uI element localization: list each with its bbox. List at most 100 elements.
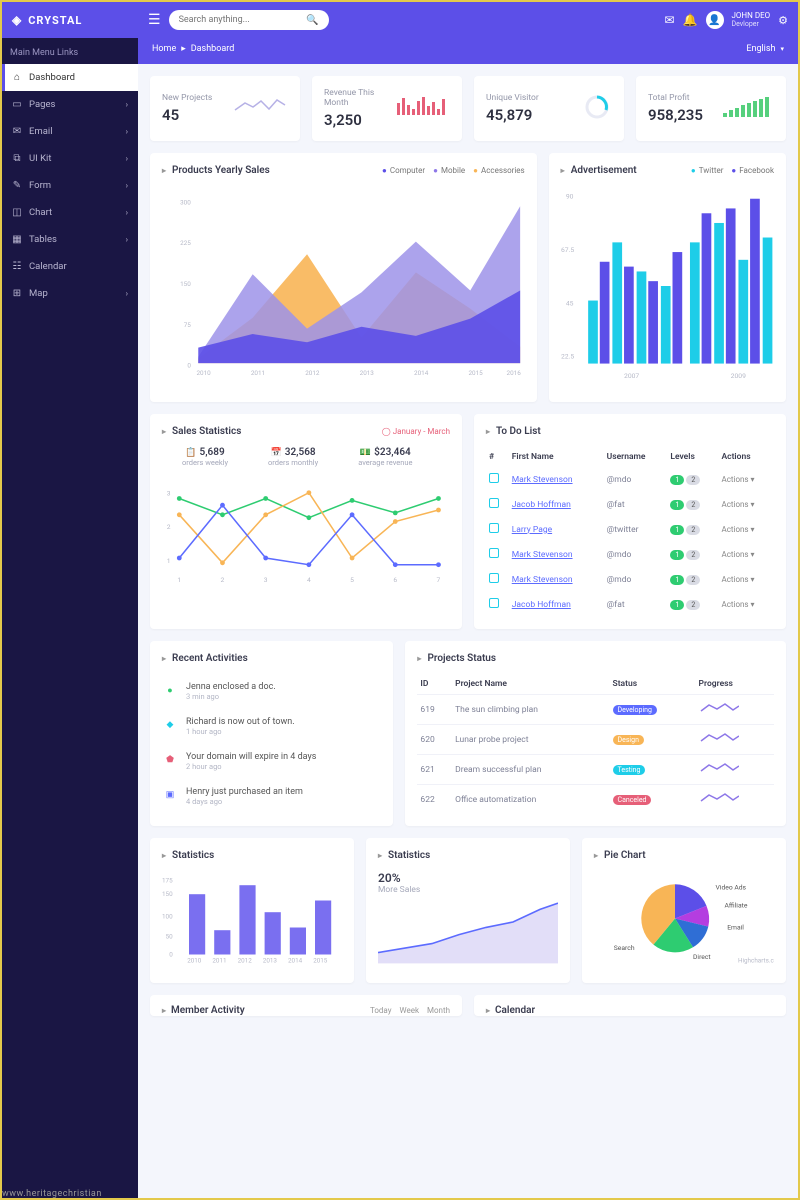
status-badge: Design (613, 735, 644, 745)
activity-time: 1 hour ago (186, 727, 381, 736)
activity-item: ▣Henry just purchased an item4 days ago (162, 779, 381, 814)
checkbox[interactable] (489, 523, 499, 533)
progress-sparkline (699, 791, 739, 805)
actions-dropdown[interactable]: Actions ▾ (721, 525, 754, 534)
search-box[interactable]: 🔍 (169, 10, 329, 30)
level-badge: 1 (670, 500, 684, 510)
avatar[interactable]: 👤 (706, 11, 724, 29)
svg-text:2012: 2012 (238, 957, 253, 965)
svg-text:1: 1 (177, 576, 181, 584)
tab-month[interactable]: Month (427, 1006, 450, 1015)
tab-today[interactable]: Today (370, 1006, 392, 1015)
level-badge: 2 (686, 525, 700, 535)
menu-toggle-icon[interactable]: ☰ (148, 12, 161, 28)
menu-label: Tables (29, 234, 57, 245)
svg-text:75: 75 (184, 321, 192, 329)
name-link[interactable]: Larry Page (512, 525, 552, 535)
actions-dropdown[interactable]: Actions ▾ (721, 600, 754, 609)
card-title: Projects Status (427, 653, 496, 664)
svg-text:2009: 2009 (730, 372, 745, 380)
svg-text:Search: Search (614, 944, 635, 952)
username: @mdo (604, 567, 668, 592)
name-link[interactable]: Jacob Hoffman (512, 500, 571, 510)
search-icon[interactable]: 🔍 (306, 15, 318, 26)
status-badge: Canceled (613, 795, 652, 805)
gear-icon[interactable]: ⚙ (778, 14, 788, 27)
svg-text:22.5: 22.5 (561, 353, 574, 361)
brand-logo[interactable]: ◈ CRYSTAL (2, 2, 138, 38)
tab-week[interactable]: Week (399, 1006, 419, 1015)
stat-label: New Projects (162, 93, 223, 103)
name-link[interactable]: Mark Stevenson (512, 550, 573, 560)
bottom-stats-chart: 175150100500 201020112012201320142015 (162, 871, 342, 966)
card-title: Pie Chart (604, 850, 646, 861)
activity-item: ◆Richard is now out of town.1 hour ago (162, 709, 381, 744)
svg-text:2011: 2011 (212, 957, 226, 965)
level-badge: 2 (686, 600, 700, 610)
user-info[interactable]: JOHN DEO Devloper (732, 11, 771, 29)
svg-text:7: 7 (437, 576, 441, 584)
checkbox[interactable] (489, 598, 499, 608)
sidebar-item-chart[interactable]: ◫Chart› (2, 199, 138, 226)
menu-icon: ▭ (12, 99, 22, 110)
name-link[interactable]: Mark Stevenson (512, 475, 573, 485)
sidebar-item-ui-kit[interactable]: ⧉UI Kit› (2, 145, 138, 172)
actions-dropdown[interactable]: Actions ▾ (721, 475, 754, 484)
progress-sparkline (699, 701, 739, 715)
svg-text:2: 2 (221, 576, 225, 584)
sparkline-icon (719, 95, 774, 123)
card-title: Sales Statistics (172, 426, 241, 437)
level-badge: 1 (670, 550, 684, 560)
search-input[interactable] (179, 15, 307, 25)
svg-text:2011: 2011 (251, 369, 265, 377)
chevron-right-icon: › (126, 235, 128, 244)
name-link[interactable]: Jacob Hoffman (512, 600, 571, 610)
brand-name: CRYSTAL (28, 14, 82, 27)
menu-label: Pages (29, 99, 55, 110)
todo-card: ▸ To Do List # First Name Username Level… (474, 414, 786, 629)
username: @fat (604, 592, 668, 617)
sidebar: ◈ CRYSTAL Main Menu Links ⌂Dashboard▭Pag… (2, 2, 138, 1198)
card-title: Products Yearly Sales (172, 165, 270, 176)
svg-text:2012: 2012 (305, 369, 320, 377)
sidebar-item-map[interactable]: ⊞Map› (2, 280, 138, 307)
actions-dropdown[interactable]: Actions ▾ (721, 550, 754, 559)
breadcrumb-current: Dashboard (191, 44, 235, 54)
checkbox[interactable] (489, 498, 499, 508)
bell-icon[interactable]: 🔔 (683, 13, 698, 27)
col-levels: Levels (667, 447, 718, 467)
name-link[interactable]: Mark Stevenson (512, 575, 573, 585)
checkbox[interactable] (489, 473, 499, 483)
sidebar-item-dashboard[interactable]: ⌂Dashboard (2, 64, 138, 91)
sidebar-item-form[interactable]: ✎Form› (2, 172, 138, 199)
menu-label: Map (29, 288, 48, 299)
actions-dropdown[interactable]: Actions ▾ (721, 500, 754, 509)
mail-icon[interactable]: ✉ (664, 13, 674, 27)
sidebar-item-calendar[interactable]: ☷Calendar (2, 253, 138, 280)
table-row: 621Dream successful planTesting (417, 755, 774, 785)
chevron-down-icon: ▾ (780, 45, 784, 53)
products-sales-card: ▸ Products Yearly Sales Computer Mobile … (150, 153, 537, 402)
breadcrumb-home[interactable]: Home (152, 44, 176, 54)
chevron-right-icon: › (126, 100, 128, 109)
sidebar-item-email[interactable]: ✉Email› (2, 118, 138, 145)
svg-text:2016: 2016 (507, 369, 522, 377)
chevron-right-icon: › (126, 181, 128, 190)
svg-text:150: 150 (180, 280, 191, 288)
member-activity-card: ▸ Member Activity Today Week Month (150, 995, 462, 1016)
sidebar-item-pages[interactable]: ▭ Pages › (2, 91, 138, 118)
proj-name: The sun climbing plan (452, 695, 609, 725)
stats-sublabel: More Sales (378, 885, 558, 895)
menu-label: UI Kit (29, 153, 51, 164)
language-selector[interactable]: English (746, 44, 775, 54)
activity-text: Your domain will expire in 4 days (186, 752, 381, 762)
stat-label: Revenue This Month (324, 88, 385, 108)
sidebar-item-tables[interactable]: ▦Tables› (2, 226, 138, 253)
actions-dropdown[interactable]: Actions ▾ (721, 575, 754, 584)
checkbox[interactable] (489, 573, 499, 583)
proj-name: Dream successful plan (452, 755, 609, 785)
checkbox[interactable] (489, 548, 499, 558)
chevron-right-icon: ▸ (162, 654, 166, 663)
pie-chart: Video AdsAffiliate EmailDirect Search Hi… (594, 871, 774, 966)
svg-text:90: 90 (566, 193, 574, 201)
